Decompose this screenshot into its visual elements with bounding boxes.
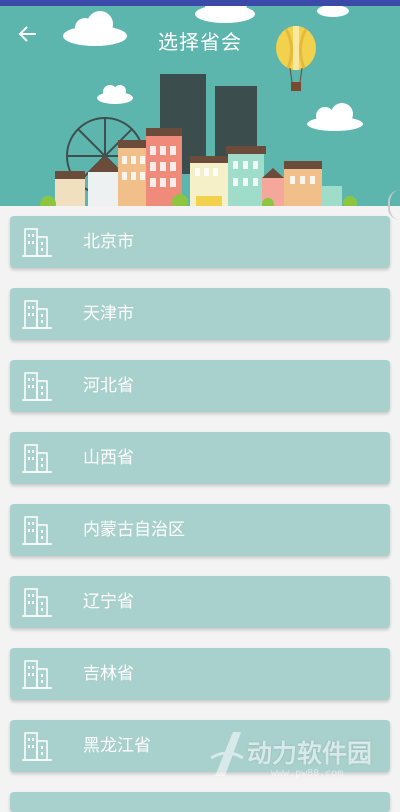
cloud	[97, 85, 133, 104]
cloud	[195, 6, 255, 23]
list-item[interactable]: 辽宁省	[10, 576, 390, 628]
cloud	[317, 6, 349, 17]
list-item-label: 河北省	[83, 376, 134, 396]
list-item-label: 黑龙江省	[83, 736, 151, 756]
list-item[interactable]: 吉林省	[10, 648, 390, 700]
building	[55, 171, 85, 206]
list-item[interactable]: 北京市	[10, 216, 390, 268]
building	[190, 156, 228, 206]
list-item[interactable]	[10, 792, 390, 812]
list-item-label: 北京市	[83, 232, 134, 252]
list-item-label: 天津市	[83, 304, 134, 324]
list-item-label: 辽宁省	[83, 592, 134, 612]
pull-to-refresh-indicator	[388, 190, 400, 220]
building	[88, 156, 122, 206]
building-icon	[22, 732, 52, 761]
list-item[interactable]: 河北省	[10, 360, 390, 412]
cloud	[307, 103, 363, 131]
list-item-label: 吉林省	[83, 664, 134, 684]
list-item-label: 山西省	[83, 448, 134, 468]
list-item[interactable]: 内蒙古自治区	[10, 504, 390, 556]
list-item[interactable]: 黑龙江省	[10, 720, 390, 772]
header-banner: 选择省会	[0, 6, 400, 206]
building-icon	[22, 588, 52, 617]
page-title: 选择省会	[158, 30, 242, 54]
building	[322, 186, 342, 206]
building-icon	[22, 516, 52, 545]
building-icon	[22, 660, 52, 689]
list-item[interactable]: 天津市	[10, 288, 390, 340]
building-icon	[22, 300, 52, 329]
building	[226, 146, 266, 206]
building-icon	[22, 372, 52, 401]
list-item[interactable]: 山西省	[10, 432, 390, 484]
building-icon	[22, 228, 52, 257]
building-icon	[22, 444, 52, 473]
list-item-label: 内蒙古自治区	[83, 520, 185, 540]
